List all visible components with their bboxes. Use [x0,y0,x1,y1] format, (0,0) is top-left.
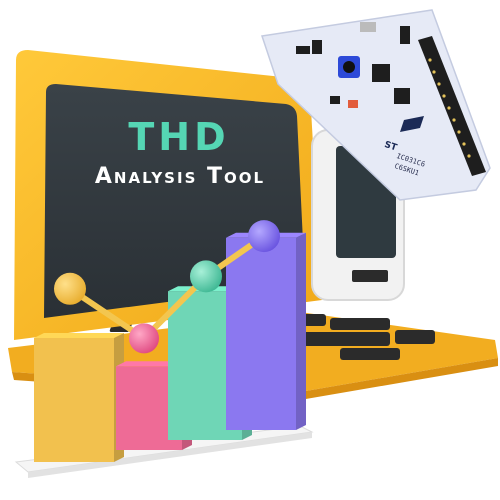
trend-point-3 [190,260,222,293]
bar-1 [34,333,124,462]
trend-point-2 [129,323,159,354]
thd-illustration [8,9,498,478]
illustration-scene: THD Analysis Tool ST IC031C6 C6SKU1 [0,0,500,500]
trend-point-4 [248,220,280,253]
bar-4 [226,232,306,430]
title-subtitle: Analysis Tool [94,164,266,189]
trend-point-1 [54,272,86,305]
title-main: THD [128,115,230,159]
